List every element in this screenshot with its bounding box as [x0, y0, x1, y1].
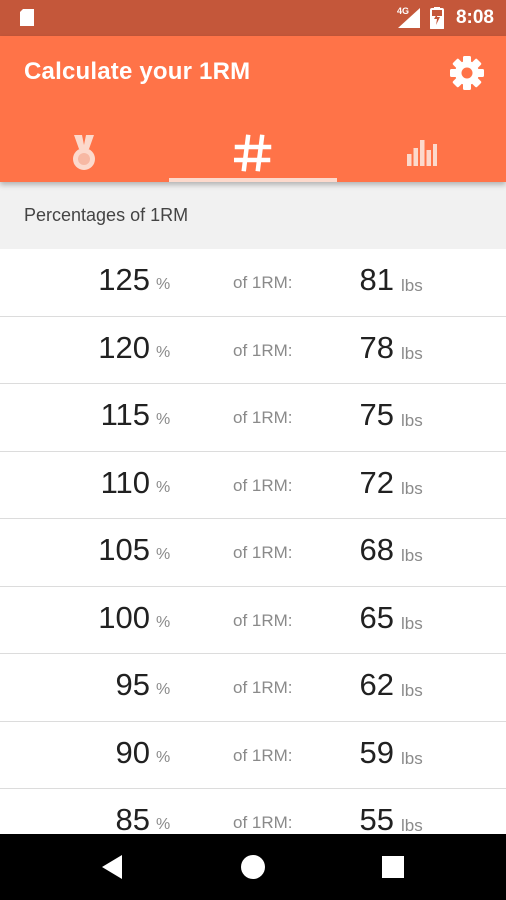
weight-value: 78: [359, 329, 394, 365]
medal-icon: [73, 135, 96, 170]
weight-unit: lbs: [401, 681, 423, 700]
back-button[interactable]: [98, 852, 128, 882]
weight-value: 75: [359, 397, 394, 432]
weight-value: 59: [359, 734, 394, 770]
list-item: 105 % of 1RM: 68 lbs: [0, 519, 506, 587]
percent-unit: %: [156, 276, 171, 293]
weight-unit: lbs: [401, 478, 423, 498]
percent-unit: %: [156, 478, 171, 496]
list-item: 120 % of 1RM: 78 lbs: [0, 317, 506, 384]
weight-value: 81: [359, 262, 394, 297]
percent-value: 85: [115, 802, 150, 834]
weight-unit: lbs: [401, 546, 423, 565]
tab-bar: [0, 124, 506, 182]
weight-unit: lbs: [401, 748, 423, 768]
of-1rm-label: of 1RM:: [233, 408, 293, 427]
list-item: 115 % of 1RM: 75 lbs: [0, 384, 506, 452]
of-1rm-label: of 1RM:: [233, 543, 293, 562]
recents-button[interactable]: [378, 852, 408, 882]
tab-medal[interactable]: [0, 124, 169, 182]
system-navigation-bar: [0, 834, 506, 900]
percent-unit: %: [156, 613, 171, 631]
page-title: Calculate your 1RM: [24, 58, 251, 85]
weight-unit: lbs: [401, 343, 423, 363]
weight-unit: lbs: [401, 613, 423, 633]
percent-unit: %: [156, 411, 171, 428]
list-item: 95 % of 1RM: 62 lbs: [0, 654, 506, 722]
section-header: Percentages of 1RM: [0, 182, 506, 249]
hash-icon: [234, 134, 272, 172]
weight-value: 62: [359, 667, 394, 702]
list-item: 110 % of 1RM: 72 lbs: [0, 452, 506, 519]
percent-value: 100: [98, 599, 150, 635]
app-bar: Calculate your 1RM: [0, 36, 506, 182]
weight-value: 55: [359, 802, 394, 834]
tab-percentages[interactable]: [168, 124, 338, 182]
percent-value: 90: [115, 734, 150, 770]
bar-chart-icon: [406, 140, 437, 166]
list-item: 90 % of 1RM: 59 lbs: [0, 722, 506, 789]
of-1rm-label: of 1RM:: [233, 678, 293, 697]
percent-value: 105: [98, 532, 150, 567]
percent-value: 125: [98, 262, 150, 297]
percent-value: 115: [100, 397, 150, 432]
percent-unit: %: [156, 546, 171, 563]
back-triangle-icon: [102, 855, 122, 879]
percent-unit: %: [156, 816, 171, 833]
percent-value: 120: [98, 329, 150, 365]
list-item: 125 % of 1RM: 81 lbs: [0, 249, 506, 317]
recents-square-icon: [382, 856, 404, 878]
settings-button[interactable]: [448, 54, 486, 92]
percent-unit: %: [156, 681, 171, 698]
of-1rm-label: of 1RM:: [233, 340, 293, 360]
home-button[interactable]: [238, 852, 268, 882]
of-1rm-label: of 1RM:: [233, 813, 293, 832]
weight-unit: lbs: [401, 411, 423, 430]
status-bar: 4G 8:08: [0, 0, 506, 36]
list-item: 100 % of 1RM: 65 lbs: [0, 587, 506, 654]
of-1rm-label: of 1RM:: [233, 745, 293, 765]
weight-value: 72: [359, 464, 394, 500]
percent-unit: %: [156, 343, 171, 361]
percent-unit: %: [156, 748, 171, 766]
tab-chart[interactable]: [337, 124, 506, 182]
weight-unit: lbs: [401, 276, 423, 295]
of-1rm-label: of 1RM:: [233, 610, 293, 630]
clock: 8:08: [455, 7, 494, 28]
weight-value: 68: [359, 532, 394, 567]
battery-charging-icon: [430, 7, 444, 29]
percent-value: 110: [100, 464, 150, 500]
signal-icon: [398, 8, 420, 28]
list-item: 85 % of 1RM: 55 lbs: [0, 789, 506, 834]
percentages-list[interactable]: 125 % of 1RM: 81 lbs 120 % of 1RM: 78 lb…: [0, 249, 506, 834]
gear-icon: [450, 56, 484, 90]
percent-value: 95: [115, 667, 150, 702]
home-circle-icon: [241, 855, 265, 879]
of-1rm-label: of 1RM:: [233, 273, 293, 292]
of-1rm-label: of 1RM:: [233, 475, 293, 495]
weight-value: 65: [359, 599, 394, 635]
weight-unit: lbs: [401, 816, 423, 834]
sd-card-icon: [20, 9, 34, 26]
